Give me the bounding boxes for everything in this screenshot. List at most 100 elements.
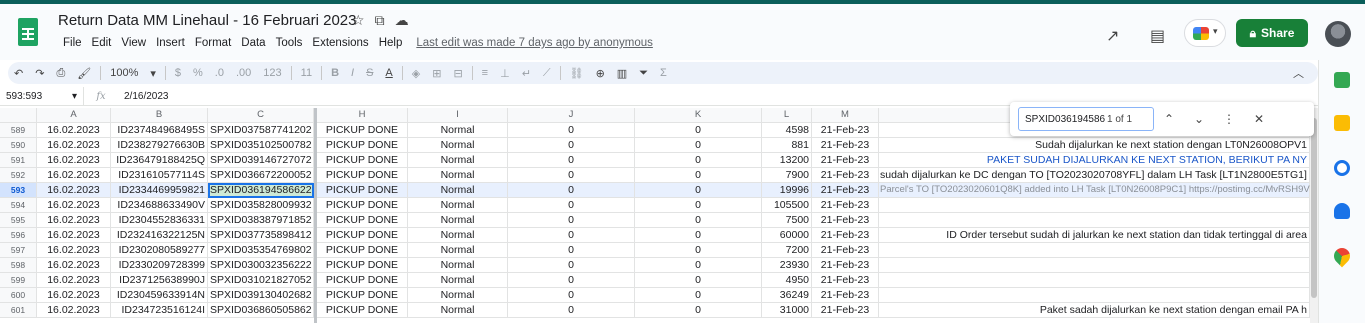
cell-h[interactable]: PICKUP DONE — [317, 228, 408, 243]
horizontal-align-icon[interactable]: ≡ — [476, 67, 494, 79]
chevron-up-icon[interactable]: ︿ — [1287, 65, 1310, 81]
select-all-corner[interactable] — [0, 108, 37, 123]
cell-b[interactable]: ID2330209728399 — [111, 258, 208, 273]
menu-tools[interactable]: Tools — [271, 37, 308, 49]
cell-k[interactable]: 0 — [635, 273, 762, 288]
formula-input[interactable]: 2/16/2023 — [118, 91, 169, 102]
cell-l[interactable]: 7200 — [762, 243, 812, 258]
cell-a[interactable]: 16.02.2023 — [37, 273, 111, 288]
cell-m[interactable]: 21-Feb-23 — [812, 273, 879, 288]
contacts-icon[interactable] — [1334, 203, 1350, 219]
cell-b[interactable]: ID2302080589277 — [111, 243, 208, 258]
merge-cells-icon[interactable]: ⊟ — [447, 67, 468, 80]
cell-j[interactable]: 0 — [508, 228, 635, 243]
cell-j[interactable]: 0 — [508, 153, 635, 168]
cell-h[interactable]: PICKUP DONE — [317, 243, 408, 258]
cell-k[interactable]: 0 — [635, 153, 762, 168]
cell-c[interactable]: SPXID035828009932 — [208, 198, 314, 213]
decrease-decimal-button[interactable]: .0 — [209, 67, 230, 79]
cell-c[interactable]: SPXID039130402682 — [208, 288, 314, 303]
fill-color-icon[interactable]: ◈ — [406, 67, 426, 80]
tasks-icon[interactable] — [1334, 160, 1350, 176]
cell-note[interactable]: PAKET SUDAH DIJALURKAN KE NEXT STATION, … — [879, 153, 1310, 168]
cell-j[interactable]: 0 — [508, 198, 635, 213]
italic-icon[interactable]: I — [345, 67, 360, 79]
cell-h[interactable]: PICKUP DONE — [317, 258, 408, 273]
cell-l[interactable]: 31000 — [762, 303, 812, 318]
cell-b[interactable]: ID232416322125N — [111, 228, 208, 243]
find-input[interactable]: SPXID036194586622 1 of 1 — [1018, 107, 1154, 131]
cell-h[interactable]: PICKUP DONE — [317, 288, 408, 303]
cell-c[interactable]: SPXID036860505862 — [208, 303, 314, 318]
cell-m[interactable]: 21-Feb-23 — [812, 168, 879, 183]
cell-i[interactable]: Normal — [408, 138, 508, 153]
column-header-k[interactable]: K — [635, 108, 762, 123]
frozen-columns-divider[interactable] — [314, 108, 317, 323]
cell-h[interactable]: PICKUP DONE — [317, 138, 408, 153]
cell-k[interactable]: 0 — [635, 288, 762, 303]
cell-note[interactable]: Sudah dijalurkan ke next station dengan … — [879, 138, 1310, 153]
menu-data[interactable]: Data — [236, 37, 270, 49]
column-header-i[interactable]: I — [408, 108, 508, 123]
more-options-icon[interactable]: ⋮ — [1214, 112, 1244, 126]
cell-h[interactable]: PICKUP DONE — [317, 168, 408, 183]
cell-i[interactable]: Normal — [408, 183, 508, 198]
cell-c[interactable]: SPXID035102500782 — [208, 138, 314, 153]
column-header-a[interactable]: A — [37, 108, 111, 123]
cell-j[interactable]: 0 — [508, 288, 635, 303]
cell-h[interactable]: PICKUP DONE — [317, 273, 408, 288]
cell-a[interactable]: 16.02.2023 — [37, 258, 111, 273]
name-box[interactable]: 593:593 ▾ — [0, 86, 84, 106]
cell-l[interactable]: 881 — [762, 138, 812, 153]
cell-note[interactable] — [879, 243, 1310, 258]
close-icon[interactable]: ✕ — [1244, 112, 1274, 126]
cell-m[interactable]: 21-Feb-23 — [812, 183, 879, 198]
cell-m[interactable]: 21-Feb-23 — [812, 198, 879, 213]
cell-a[interactable]: 16.02.2023 — [37, 228, 111, 243]
cell-i[interactable]: Normal — [408, 243, 508, 258]
column-header-l[interactable]: L — [762, 108, 812, 123]
cell-note[interactable] — [879, 288, 1310, 303]
menu-insert[interactable]: Insert — [151, 37, 190, 49]
cell-k[interactable]: 0 — [635, 183, 762, 198]
cell-j[interactable]: 0 — [508, 303, 635, 318]
cell-k[interactable]: 0 — [635, 123, 762, 138]
document-title[interactable]: Return Data MM Linehaul - 16 Februari 20… — [58, 12, 357, 29]
cell-c[interactable]: SPXID031021827052 — [208, 273, 314, 288]
cell-note[interactable]: sudah dijalurkan ke DC dengan TO [TO2023… — [879, 168, 1323, 183]
cell-b[interactable]: ID236479188425Q — [111, 153, 208, 168]
cell-c[interactable]: SPXID038387971852 — [208, 213, 314, 228]
menu-edit[interactable]: Edit — [87, 37, 117, 49]
column-header-m[interactable]: M — [812, 108, 879, 123]
cell-l[interactable]: 4950 — [762, 273, 812, 288]
cell-k[interactable]: 0 — [635, 213, 762, 228]
borders-icon[interactable]: ⊞ — [426, 67, 447, 80]
cell-i[interactable]: Normal — [408, 153, 508, 168]
cell-j[interactable]: 0 — [508, 168, 635, 183]
cell-b[interactable]: ID231610577114S — [111, 168, 208, 183]
cell-a[interactable]: 16.02.2023 — [37, 213, 111, 228]
cell-note[interactable] — [879, 213, 1310, 228]
row-header[interactable]: 592 — [0, 168, 37, 183]
filter-icon[interactable]: ⏷ — [633, 67, 654, 80]
undo-icon[interactable]: ↶ — [8, 67, 29, 80]
cell-h[interactable]: PICKUP DONE — [317, 213, 408, 228]
sheets-logo-icon[interactable] — [18, 18, 38, 46]
cell-a[interactable]: 16.02.2023 — [37, 288, 111, 303]
number-format-select[interactable]: 123 — [257, 67, 287, 79]
cell-m[interactable]: 21-Feb-23 — [812, 138, 879, 153]
cell-l[interactable]: 60000 — [762, 228, 812, 243]
insert-link-icon[interactable]: ⛓︎ — [564, 67, 590, 80]
cell-k[interactable]: 0 — [635, 168, 762, 183]
move-folder-icon[interactable]: ⧉ — [375, 12, 385, 29]
cell-j[interactable]: 0 — [508, 123, 635, 138]
find-previous-icon[interactable]: ⌃ — [1154, 112, 1184, 126]
cell-l[interactable]: 36249 — [762, 288, 812, 303]
cell-l[interactable]: 19996 — [762, 183, 812, 198]
avatar[interactable] — [1325, 21, 1351, 47]
row-header[interactable]: 600 — [0, 288, 37, 303]
meet-button[interactable]: ▾ — [1184, 19, 1226, 47]
cell-m[interactable]: 21-Feb-23 — [812, 303, 879, 318]
cell-k[interactable]: 0 — [635, 138, 762, 153]
cell-a[interactable]: 16.02.2023 — [37, 168, 111, 183]
